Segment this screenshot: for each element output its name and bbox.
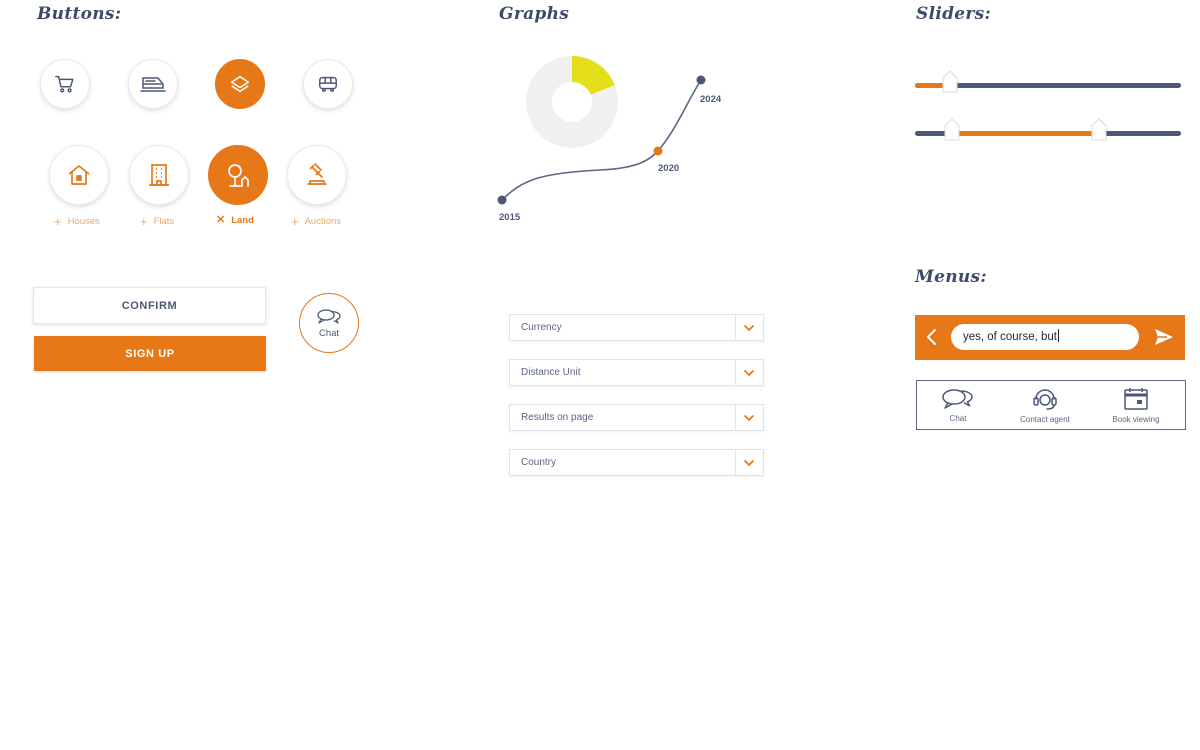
sign-up-button[interactable]: SIGN UP (34, 336, 266, 371)
contact-action-menu: Chat Contact agent Book viewing (916, 380, 1186, 430)
results-on-page-select[interactable]: Results on page (509, 404, 764, 431)
menu-item-chat[interactable]: Chat (937, 381, 979, 429)
auctions-label-text: Auctions (304, 216, 342, 227)
select-divider (735, 315, 736, 340)
range-slider[interactable] (915, 118, 1181, 149)
confirm-button[interactable]: CONFIRM (33, 287, 266, 324)
year-label-2020: 2020 (658, 163, 680, 174)
results-on-page-select-label: Results on page (521, 412, 594, 423)
tree-icon (228, 164, 249, 187)
select-divider (735, 360, 736, 385)
menus-section-title: Menus: (915, 267, 987, 287)
data-point-2020 (653, 146, 663, 156)
chat-message-input[interactable]: yes, of course, but (951, 324, 1139, 350)
plus-icon: + (54, 214, 62, 229)
close-icon: ✕ (216, 214, 226, 226)
chevron-down-icon (744, 325, 754, 332)
land-button[interactable] (208, 145, 268, 205)
menu-item-chat-label: Chat (949, 414, 967, 423)
chevron-down-icon (744, 460, 754, 467)
house-icon (68, 165, 90, 185)
chat-message-text: yes, of course, but (963, 331, 1057, 343)
menu-item-book-viewing[interactable]: Book viewing (1104, 381, 1168, 429)
auctions-label[interactable]: + Auctions (291, 215, 341, 228)
education-cap-icon (231, 75, 249, 93)
graphs-section-title: Graphs (499, 4, 570, 24)
flats-label[interactable]: + Flats (140, 215, 174, 228)
chat-bubbles-icon (942, 389, 973, 409)
send-icon[interactable] (1153, 327, 1175, 347)
distance-unit-select-label: Distance Unit (521, 367, 581, 378)
train-button[interactable] (128, 59, 178, 109)
year-label-2015: 2015 (499, 212, 521, 223)
chevron-down-icon (744, 415, 754, 422)
growth-chart (497, 56, 706, 205)
plus-icon: + (291, 214, 299, 229)
shopping-cart-icon (55, 75, 74, 93)
donut-highlight-segment (571, 56, 615, 96)
bus-icon (319, 76, 337, 92)
flats-label-text: Flats (153, 216, 175, 227)
chat-input-bar: yes, of course, but (915, 315, 1185, 360)
slider-thumb-low[interactable] (944, 118, 960, 142)
country-select[interactable]: Country (509, 449, 764, 476)
chat-bubbles-icon (317, 309, 341, 324)
land-label-text: Land (231, 215, 254, 226)
headset-icon (1033, 389, 1057, 410)
building-icon (149, 164, 169, 186)
chat-button[interactable]: Chat (299, 293, 359, 353)
buttons-section-title: Buttons: (37, 4, 122, 24)
slider-thumb-high[interactable] (1091, 118, 1107, 142)
chat-button-label: Chat (318, 328, 340, 339)
slider-thumb[interactable] (942, 70, 958, 94)
calendar-icon (1124, 388, 1148, 410)
bus-button[interactable] (303, 59, 353, 109)
country-select-label: Country (521, 457, 557, 468)
currency-select-label: Currency (521, 322, 562, 333)
back-chevron-icon[interactable] (925, 328, 939, 346)
sliders-section-title: Sliders: (916, 4, 992, 24)
data-point-2024 (696, 75, 706, 85)
single-slider[interactable] (915, 70, 1181, 100)
auctions-button[interactable] (287, 145, 347, 205)
houses-label[interactable]: + Houses (54, 215, 100, 228)
text-caret (1057, 329, 1059, 342)
select-divider (735, 405, 736, 430)
slider-range-fill (952, 131, 1099, 136)
menu-item-contact-agent[interactable]: Contact agent (1014, 381, 1076, 429)
land-label[interactable]: ✕ Land (216, 214, 254, 227)
train-icon (140, 77, 166, 92)
distance-unit-select[interactable]: Distance Unit (509, 359, 764, 386)
houses-button[interactable] (49, 145, 109, 205)
select-divider (735, 450, 736, 475)
education-button[interactable] (215, 59, 265, 109)
gavel-icon (307, 163, 327, 185)
year-label-2024: 2024 (700, 94, 722, 105)
data-point-2015 (497, 195, 507, 205)
flats-button[interactable] (129, 145, 189, 205)
chevron-down-icon (744, 370, 754, 377)
menu-item-book-viewing-label: Book viewing (1112, 415, 1160, 424)
menu-item-contact-agent-label: Contact agent (1020, 415, 1070, 424)
currency-select[interactable]: Currency (509, 314, 764, 341)
shopping-cart-button[interactable] (40, 59, 90, 109)
plus-icon: + (140, 214, 148, 229)
houses-label-text: Houses (67, 216, 100, 227)
